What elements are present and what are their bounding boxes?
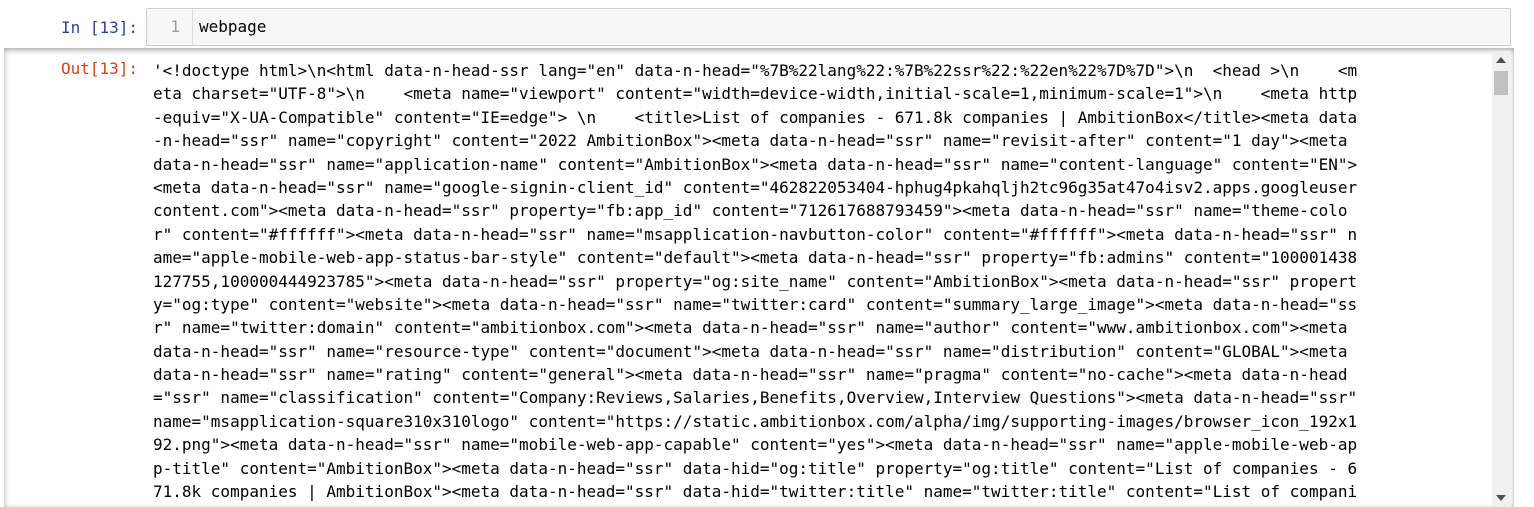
notebook-cell: In [13]: 1 webpage Out[13]: '<!doctype h… <box>0 0 1534 507</box>
output-line: data-n-head="ssr" name="resource-type" c… <box>153 341 1348 361</box>
output-line: data-n-head="ssr" name="rating" content=… <box>153 365 1348 385</box>
output-line: 92.png"><meta data-n-head="ssr" name="mo… <box>153 435 1358 455</box>
output-scrollbar[interactable] <box>1492 51 1510 507</box>
output-line: <meta data-n-head="ssr" name="google-sig… <box>153 177 1358 197</box>
output-line: y="og:type" content="website"><meta data… <box>153 294 1358 314</box>
code-text[interactable]: webpage <box>199 16 266 38</box>
output-line: p-title" content="AmbitionBox"><meta dat… <box>153 458 1358 478</box>
line-number-gutter: 1 <box>147 9 193 45</box>
output-line: name="msapplication-square310x310logo" c… <box>153 411 1358 431</box>
output-prompt: Out[13]: <box>60 59 138 78</box>
output-line: 71.8k companies | AmbitionBox"><meta dat… <box>153 482 1358 502</box>
output-line: eta charset="UTF-8">\n <meta name="viewp… <box>153 84 1358 104</box>
output-line: content.com"><meta data-n-head="ssr" pro… <box>153 201 1348 221</box>
output-line: '<!doctype html>\n<html data-n-head-ssr … <box>153 61 1358 80</box>
output-line: r" name="twitter:domain" content="ambiti… <box>153 318 1348 338</box>
output-line: r" content="#ffffff"><meta data-n-head="… <box>153 224 1358 244</box>
output-line: -equiv="X-UA-Compatible" content="IE=edg… <box>153 107 1358 127</box>
output-line: ="ssr" name="classification" content="Co… <box>153 388 1358 408</box>
output-line: data-n-head="ssr" name="application-name… <box>153 154 1358 174</box>
scroll-down-button[interactable] <box>1492 491 1510 505</box>
line-number: 1 <box>170 17 180 36</box>
code-input-editor[interactable]: 1 webpage <box>146 8 1511 46</box>
arrow-up-icon <box>1496 57 1506 63</box>
output-line: ame="apple-mobile-web-app-status-bar-sty… <box>153 248 1358 268</box>
scroll-up-button[interactable] <box>1492 53 1510 67</box>
output-text: '<!doctype html>\n<html data-n-head-ssr … <box>153 59 1483 503</box>
arrow-down-icon <box>1496 495 1506 501</box>
input-prompt: In [13]: <box>60 18 138 37</box>
scrollbar-thumb[interactable] <box>1494 71 1508 95</box>
output-line: -n-head="ssr" name="copyright" content="… <box>153 131 1348 151</box>
output-line: 127755,100000444923785"><meta data-n-hea… <box>153 271 1358 291</box>
